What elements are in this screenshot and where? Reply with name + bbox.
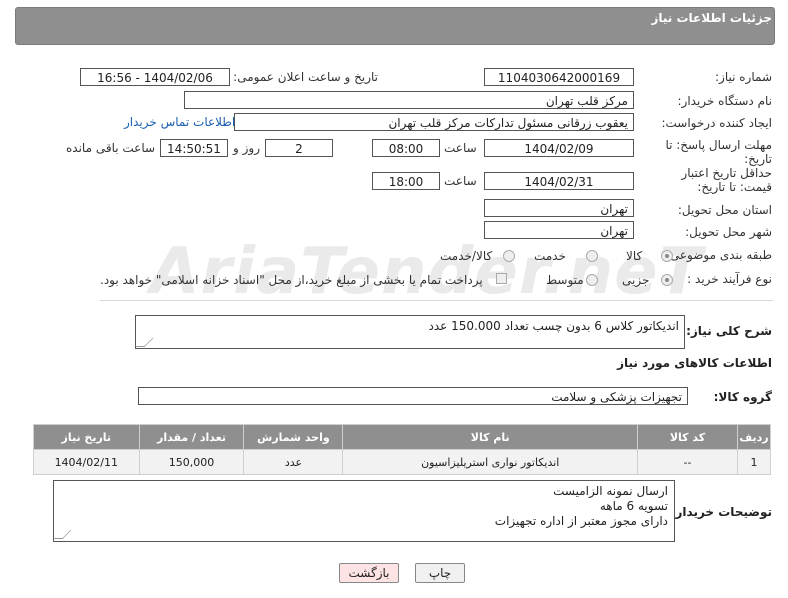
process-radio-medium[interactable]: [586, 274, 598, 286]
description-label: شرح کلی نیاز:: [686, 324, 772, 338]
goods-group-label: گروه کالا:: [713, 390, 772, 404]
province-field: تهران: [484, 199, 634, 217]
buyer-note-line: تسویه 6 ماهه: [599, 499, 668, 513]
buyer-note-line: دارای مجوز معتبر از اداره تجهیزات: [494, 514, 668, 528]
category-option-goods: کالا: [626, 249, 643, 263]
buyer-notes-label: توضیحات خریدار:: [670, 505, 772, 519]
category-radio-service[interactable]: [586, 250, 598, 262]
requester-field: یعقوب زرقانی مسئول تدارکات مرکز قلب تهرا…: [234, 113, 634, 131]
reply-deadline-label: مهلت ارسال پاسخ: تا تاریخ:: [665, 138, 772, 166]
cell-unit: عدد: [243, 449, 344, 475]
buyer-notes-field: ارسال نمونه الزامیست تسویه 6 ماهه دارای …: [53, 480, 675, 542]
cell-quantity: 150,000: [138, 449, 245, 475]
category-radio-goods[interactable]: [661, 250, 673, 262]
price-validity-label: حداقل تاریخ اعتبار قیمت: تا تاریخ:: [681, 166, 772, 194]
watermark-logo: AriaTender.neT: [150, 235, 704, 309]
cell-need-date: 1404/02/11: [33, 449, 140, 475]
process-option-minor: جزیی: [622, 273, 650, 287]
table-header-row: ردیف کد کالا نام کالا واحد شمارش تعداد /…: [33, 424, 771, 450]
process-radio-minor[interactable]: [661, 274, 673, 286]
requester-label: ایجاد کننده درخواست:: [661, 116, 772, 130]
cell-item-code: --: [636, 449, 739, 475]
city-field: تهران: [484, 221, 634, 239]
category-label: طبقه بندی موضوعی:: [665, 248, 772, 262]
table-row: 1 -- اندیکاتور نواری استریلیزاسیون عدد 1…: [33, 449, 771, 475]
remaining-label: ساعت باقی مانده: [66, 141, 156, 155]
goods-group-field: تجهیزات پزشکی و سلامت: [138, 387, 688, 405]
category-radio-goods-service[interactable]: [503, 250, 515, 262]
buyer-org-field: مرکز قلب تهران: [184, 91, 634, 109]
items-table: ردیف کد کالا نام کالا واحد شمارش تعداد /…: [33, 424, 771, 475]
cell-item-name: اندیکاتور نواری استریلیزاسیون: [342, 449, 638, 475]
validity-date-field: 1404/02/31: [484, 172, 634, 190]
process-type-label: نوع فرآیند خرید :: [687, 272, 772, 286]
need-number-label: شماره نیاز:: [715, 70, 772, 84]
col-row-no: ردیف: [737, 424, 771, 450]
description-field: اندیکاتور کلاس 6 بدون چسب تعداد 150.000 …: [135, 315, 685, 349]
reply-time-field: 08:00: [372, 139, 440, 157]
col-need-date: تاریخ نیاز: [33, 424, 140, 450]
validity-time-label: ساعت: [444, 174, 477, 188]
announce-datetime-field: 1404/02/06 - 16:56: [80, 68, 230, 86]
goods-info-heading: اطلاعات کالاهای مورد نیاز: [617, 356, 772, 370]
back-button[interactable]: بازگشت: [339, 563, 399, 583]
city-label: شهر محل تحویل:: [685, 225, 772, 239]
buyer-note-line: ارسال نمونه الزامیست: [553, 484, 668, 498]
cell-row-no: 1: [737, 449, 771, 475]
col-item-name: نام کالا: [342, 424, 638, 450]
day-and-label: روز و: [233, 141, 260, 155]
buyer-contact-link[interactable]: اطلاعات تماس خریدار: [124, 115, 235, 129]
reply-date-field: 1404/02/09: [484, 139, 634, 157]
validity-time-field: 18:00: [372, 172, 440, 190]
reply-time-label: ساعت: [444, 141, 477, 155]
category-option-goods-service: کالا/خدمت: [440, 249, 493, 263]
payment-note: پرداخت تمام یا بخشی از مبلغ خرید،از محل …: [100, 273, 483, 287]
category-option-service: خدمت: [534, 249, 566, 263]
buyer-org-label: نام دستگاه خریدار:: [677, 94, 773, 108]
section-divider: [100, 300, 773, 301]
remaining-time-field: 14:50:51: [160, 139, 228, 157]
process-option-medium: متوسط: [546, 273, 584, 287]
col-item-code: کد کالا: [636, 424, 739, 450]
announce-datetime-label: تاریخ و ساعت اعلان عمومی:: [233, 70, 378, 84]
col-quantity: تعداد / مقدار: [138, 424, 245, 450]
reply-days-field: 2: [265, 139, 333, 157]
province-label: استان محل تحویل:: [677, 203, 772, 217]
description-text: اندیکاتور کلاس 6 بدون چسب تعداد 150.000 …: [428, 319, 680, 333]
page-title: جزئیات اطلاعات نیاز: [651, 11, 772, 25]
print-button[interactable]: چاپ: [415, 563, 465, 583]
payment-checkbox[interactable]: [496, 273, 507, 284]
col-unit: واحد شمارش: [243, 424, 344, 450]
need-number-field: 1104030642000169: [484, 68, 634, 86]
